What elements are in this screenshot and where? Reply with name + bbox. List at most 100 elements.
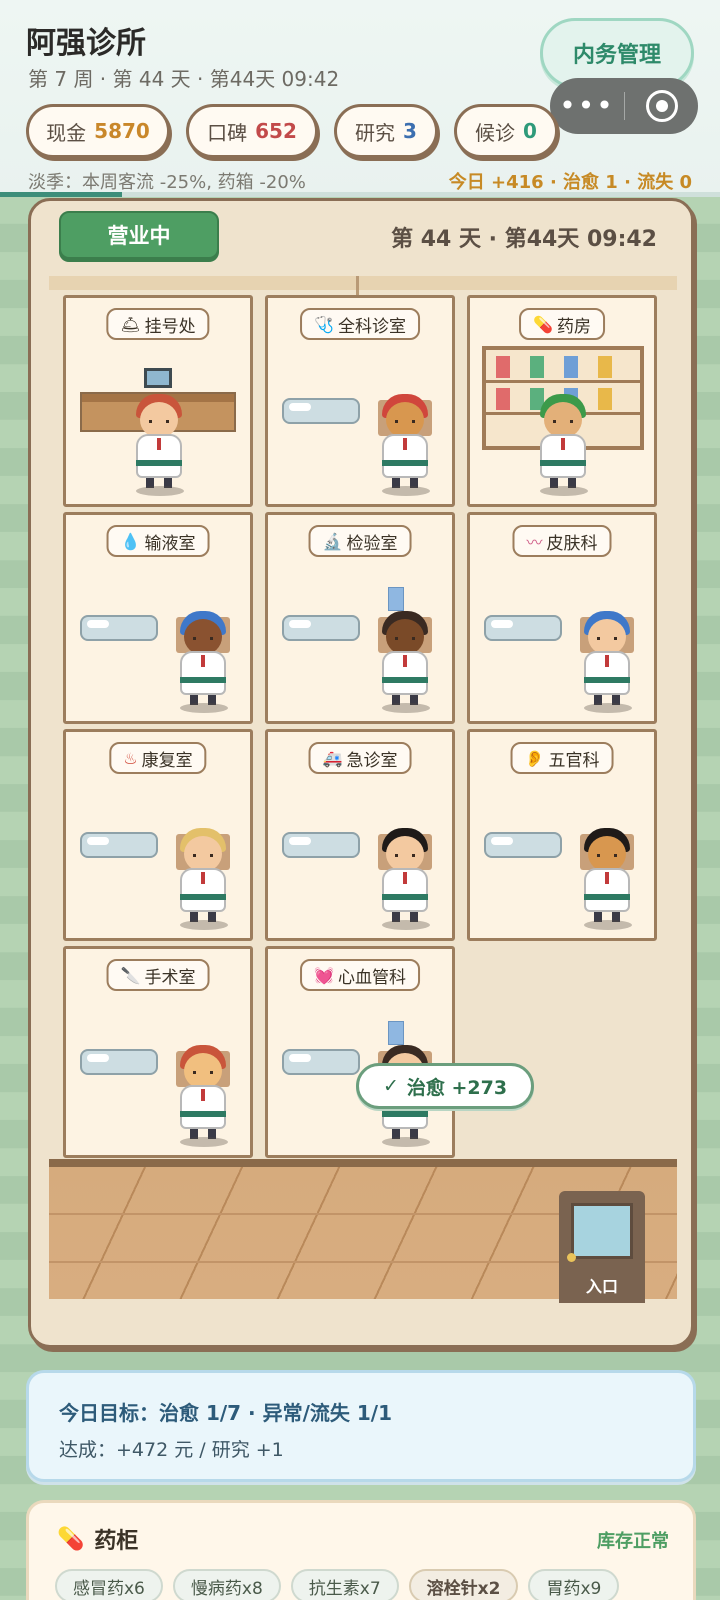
medicine-chip[interactable]: 感冒药x6 [55,1569,163,1600]
med-box [530,356,544,378]
bed [282,615,360,641]
tie [605,872,609,884]
room-label: 💊 药房 [519,308,605,340]
room-general-clinic[interactable]: 🩺 全科诊室 [265,295,455,507]
eyes [193,854,213,857]
room-pharmacy[interactable]: 💊 药房 [467,295,657,507]
business-status-button[interactable]: 营业中 [59,211,219,259]
doctor-person[interactable] [578,607,638,717]
tie [201,655,205,667]
stat-reputation[interactable]: 口碑 652 [186,104,318,158]
coat-stripe [136,460,182,466]
heart-icon: 💓 [314,965,334,985]
entrance-door[interactable]: 入口 [559,1191,645,1303]
room-name: 全科诊室 [337,316,406,337]
room-registration[interactable]: 🛎 挂号处 [63,295,253,507]
room-name: 挂号处 [144,316,196,337]
stat-cash[interactable]: 现金 5870 [26,104,170,158]
medicine-chip[interactable]: 慢病药x8 [172,1569,281,1600]
pharmacist-person[interactable] [534,390,594,500]
room-infusion[interactable]: 💧 输液室 [63,512,253,724]
eyes [193,637,213,640]
stat-reputation-label: 口碑 [207,120,248,145]
ambulance-icon: 🚑 [322,748,343,768]
med-box [496,388,510,410]
wall-divider [356,276,359,296]
room-emergency[interactable]: 🚑 急诊室 [265,729,455,941]
medicine-chip[interactable]: 抗生素x7 [290,1569,399,1600]
monitor-icon [144,368,172,388]
bed [282,1049,360,1075]
coat-stripe [382,460,428,466]
room-rehabilitation[interactable]: ♨ 康复室 [63,729,253,941]
tie [561,438,565,450]
doctor-person[interactable] [578,824,638,934]
shadow [382,1137,430,1147]
stat-cash-label: 现金 [46,120,87,145]
stat-research[interactable]: 研究 3 [334,104,438,158]
staff-person[interactable] [130,390,190,500]
bed [80,615,158,641]
med-box [598,356,612,378]
goal-line: 今日目标：治愈 1/7 · 异常/流失 1/1 [59,1401,393,1425]
medicine-cabinet-card[interactable]: 💊 药柜 库存正常 感冒药x6 慢病药x8 抗生素x7 溶栓针x2 胃药x9 [26,1500,696,1600]
room-surgery[interactable]: 🔪 手术室 [63,946,253,1158]
day-progress-fill [0,192,123,197]
room-label: 👂 五官科 [510,742,614,774]
knife-icon: 🔪 [120,965,141,985]
board-day-label: 第 44 天 · 第44天 09:42 [391,227,657,252]
shadow [584,920,632,930]
room-lab[interactable]: 🔬 检验室 [265,512,455,724]
coat-stripe [584,677,630,683]
medicine-cabinet-header: 💊 药柜 [57,1523,138,1555]
bed [282,832,360,858]
eyes [395,637,415,640]
eyes [193,1071,213,1074]
room-dermatology[interactable]: 〰皮肤科 [467,512,657,724]
pill-icon: 💊 [533,314,553,334]
date-subtitle: 第 7 周 · 第 44 天 · 第44天 09:42 [28,67,340,91]
room-label: 🚑 急诊室 [308,742,412,774]
room-ent[interactable]: 👂 五官科 [467,729,657,941]
stat-waiting-value: 0 [523,119,537,143]
coat-stripe [540,460,586,466]
cure-toast: ✓ 治愈 +273 [356,1063,534,1109]
bed [484,832,562,858]
medicine-chip[interactable]: 胃药x9 [528,1569,620,1600]
room-name: 心血管科 [337,967,406,988]
stock-status: 库存正常 [597,1531,669,1552]
tie [201,1089,205,1101]
goal-reward: 达成：+472 元 / 研究 +1 [59,1439,284,1461]
clinic-title: 阿强诊所 [26,26,146,61]
doctor-person[interactable] [174,1041,234,1151]
tie [403,655,407,667]
shadow [180,703,228,713]
coat-stripe [584,894,630,900]
shadow [180,1137,228,1147]
medicine-chip[interactable]: 溶栓针x2 [408,1569,519,1600]
bell-icon: 🛎 [120,314,141,334]
droplet-icon: 💧 [120,531,141,551]
doctor-person[interactable] [174,824,234,934]
door-window [571,1203,633,1259]
doctor-person[interactable] [376,607,436,717]
top-wall [49,276,677,290]
room-label: 💓 心血管科 [300,959,420,991]
room-name: 检验室 [346,533,398,554]
room-label: 🩺 全科诊室 [300,308,420,340]
room-cardiology[interactable]: 💓 心血管科 [265,946,455,1158]
doctor-person[interactable] [376,390,436,500]
close-target-icon[interactable] [625,90,698,122]
daily-goal-card[interactable]: 今日目标：治愈 1/7 · 异常/流失 1/1 达成：+472 元 / 研究 +… [26,1370,696,1482]
hot-springs-icon: ♨ [123,748,138,768]
room-name: 药房 [556,316,591,337]
more-icon[interactable]: ••• [550,78,624,134]
entrance-label: 入口 [585,1277,618,1296]
stat-waiting[interactable]: 候诊 0 [454,104,558,158]
tie [605,655,609,667]
doctor-person[interactable] [376,824,436,934]
room-name: 皮肤科 [546,533,598,554]
microscope-icon: 🔬 [322,531,343,551]
doctor-person[interactable] [174,607,234,717]
shelf-row [486,380,640,383]
